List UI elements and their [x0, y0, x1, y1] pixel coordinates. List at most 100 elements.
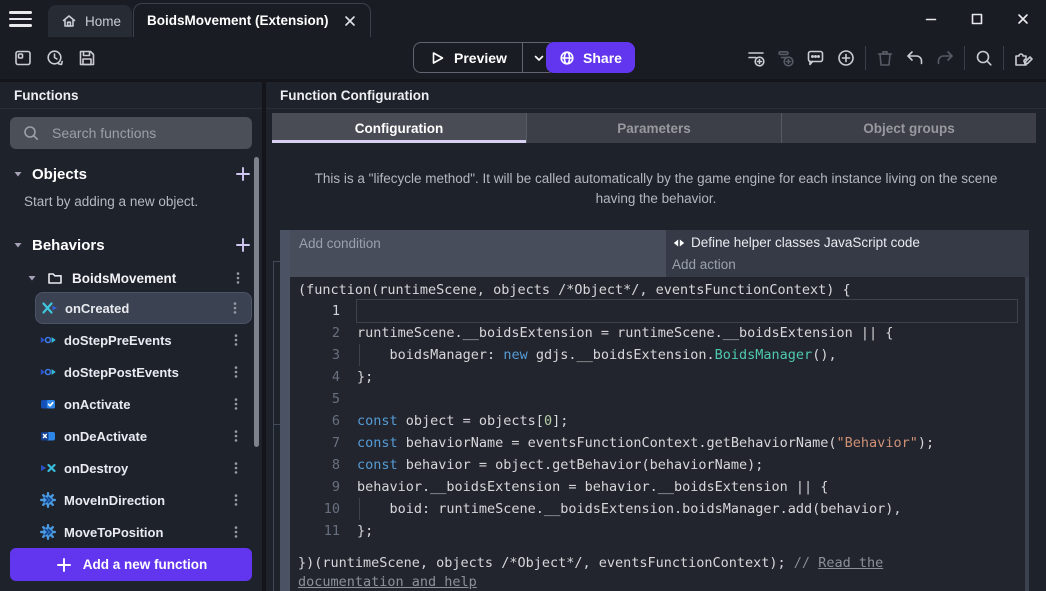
undo-button[interactable]	[900, 44, 930, 72]
code-line-7[interactable]: 7const behaviorName = eventsFunctionCont…	[290, 432, 1029, 454]
item-menu-icon[interactable]	[228, 364, 244, 380]
documentation-link[interactable]: documentation and help	[298, 574, 477, 590]
code-line-6[interactable]: 6const object = objects[0];	[290, 410, 1029, 432]
function-item-label: MoveInDirection	[64, 493, 165, 508]
function-item-onDeActivate[interactable]: onDeActivate	[35, 420, 252, 452]
folder-menu-icon[interactable]	[230, 270, 246, 286]
history-button[interactable]	[44, 47, 66, 69]
save-icon	[77, 48, 97, 68]
panel-icon	[13, 48, 33, 68]
function-item-onActivate[interactable]: onActivate	[35, 388, 252, 420]
code-line-1[interactable]: 1	[290, 300, 1029, 322]
panel-button[interactable]	[12, 47, 34, 69]
function-item-MoveInDirection[interactable]: MoveInDirection	[35, 484, 252, 516]
add-circle-icon	[835, 47, 857, 69]
chevron-down-icon	[532, 51, 546, 65]
tab-parameters[interactable]: Parameters	[526, 113, 781, 143]
item-menu-icon[interactable]	[228, 396, 244, 412]
trash-button[interactable]	[870, 44, 900, 72]
extension-edit-icon	[1012, 47, 1034, 69]
item-menu-icon[interactable]	[227, 300, 243, 316]
sidebar-scrollbar[interactable]	[254, 157, 259, 447]
code-line-8[interactable]: 8const behavior = object.getBehavior(beh…	[290, 454, 1029, 476]
sidebar-title: Functions	[0, 82, 262, 109]
tab-home[interactable]: Home	[48, 5, 132, 37]
code-line-2[interactable]: 2runtimeScene.__boidsExtension = runtime…	[290, 322, 1029, 344]
minimize-button[interactable]	[908, 0, 954, 37]
function-item-MoveToPosition[interactable]: MoveToPosition	[35, 516, 252, 548]
item-menu-icon[interactable]	[228, 428, 244, 444]
add-event-icon	[745, 47, 767, 69]
line-number: 2	[290, 322, 340, 344]
tab-configuration[interactable]: Configuration	[272, 113, 526, 143]
close-button[interactable]	[1000, 0, 1046, 37]
comment-button[interactable]	[801, 44, 831, 72]
add-condition-button[interactable]: Add condition	[290, 230, 666, 277]
behaviors-section-label: Behaviors	[32, 237, 105, 254]
code-line-4[interactable]: 4};	[290, 366, 1029, 388]
js-code-editor[interactable]: (function(runtimeScene, objects /*Object…	[290, 277, 1029, 591]
toolbar-divider	[1003, 46, 1004, 70]
item-menu-icon[interactable]	[228, 524, 244, 540]
toolbar-left-icons	[12, 47, 98, 69]
function-item-label: doStepPreEvents	[64, 333, 172, 348]
code-line-content: boidsManager: new gdjs.__boidsExtension.…	[357, 344, 1017, 366]
add-sub-event-button[interactable]	[771, 44, 801, 72]
function-item-label: MoveToPosition	[64, 525, 163, 540]
extension-edit-button[interactable]	[1008, 44, 1038, 72]
documentation-link[interactable]: Read the	[818, 555, 883, 571]
code-line-9[interactable]: 9behavior.__boidsExtension = behavior.__…	[290, 476, 1029, 498]
tab-home-label: Home	[85, 14, 121, 29]
step-events-icon	[40, 332, 56, 348]
item-menu-icon[interactable]	[228, 460, 244, 476]
objects-section-header[interactable]: Objects	[0, 161, 262, 187]
add-new-function-button[interactable]: Add a new function	[10, 548, 252, 581]
add-action-button[interactable]: Add action	[666, 250, 1029, 272]
objects-section-label: Objects	[32, 166, 87, 183]
code-line-content: behavior.__boidsExtension = behavior.__b…	[357, 476, 1017, 498]
behaviors-section-header[interactable]: Behaviors	[0, 232, 262, 258]
function-item-onCreated[interactable]: onCreated	[35, 292, 252, 324]
item-menu-icon[interactable]	[228, 492, 244, 508]
redo-icon	[934, 47, 956, 69]
search-functions-input[interactable]	[10, 117, 252, 149]
save-button[interactable]	[76, 47, 98, 69]
code-line-5[interactable]: 5	[290, 388, 1029, 410]
js-code-event-header[interactable]: Define helper classes JavaScript code	[666, 230, 1029, 250]
code-event-icon	[672, 236, 686, 250]
tab-boidsmovement-extension[interactable]: BoidsMovement (Extension)	[133, 3, 371, 37]
code-line-10[interactable]: 10 boid: runtimeScene.__boidsExtension.b…	[290, 498, 1029, 520]
share-button[interactable]: Share	[546, 42, 635, 73]
toolbar: Preview Share	[0, 37, 1046, 79]
search-icon	[974, 48, 994, 68]
function-item-onDestroy[interactable]: onDestroy	[35, 452, 252, 484]
events-sheet: Add condition Define helper classes Java…	[266, 226, 1046, 591]
item-menu-icon[interactable]	[228, 332, 244, 348]
add-circle-button[interactable]	[831, 44, 861, 72]
redo-button[interactable]	[930, 44, 960, 72]
plus-icon	[55, 556, 73, 574]
code-editor-scrollbar[interactable]	[1025, 277, 1029, 591]
function-item-doStepPostEvents[interactable]: doStepPostEvents	[35, 356, 252, 388]
close-tab-icon[interactable]	[343, 14, 357, 28]
event-drag-handle[interactable]	[280, 230, 290, 591]
search-button[interactable]	[969, 44, 999, 72]
code-line-11[interactable]: 11};	[290, 520, 1029, 542]
line-number: 11	[290, 520, 340, 542]
add-object-button[interactable]	[234, 165, 252, 183]
tab-object-groups[interactable]: Object groups	[781, 113, 1036, 143]
function-item-doStepPreEvents[interactable]: doStepPreEvents	[35, 324, 252, 356]
preview-button[interactable]: Preview	[413, 42, 556, 73]
maximize-button[interactable]	[954, 0, 1000, 37]
behavior-folder-boidsmovement[interactable]: BoidsMovement	[0, 264, 262, 292]
code-line-content: const object = objects[0];	[357, 410, 1017, 432]
code-line-3[interactable]: 3 boidsManager: new gdjs.__boidsExtensio…	[290, 344, 1029, 366]
description-line1: This is a "lifecycle method". It will be…	[266, 169, 1046, 189]
menu-icon[interactable]	[9, 11, 32, 27]
window-controls	[908, 0, 1046, 37]
configuration-tabs: ConfigurationParametersObject groups	[272, 113, 1036, 143]
function-item-label: doStepPostEvents	[64, 365, 179, 380]
add-behavior-button[interactable]	[234, 236, 252, 254]
code-line-content: };	[357, 366, 1017, 388]
add-event-button[interactable]	[741, 44, 771, 72]
